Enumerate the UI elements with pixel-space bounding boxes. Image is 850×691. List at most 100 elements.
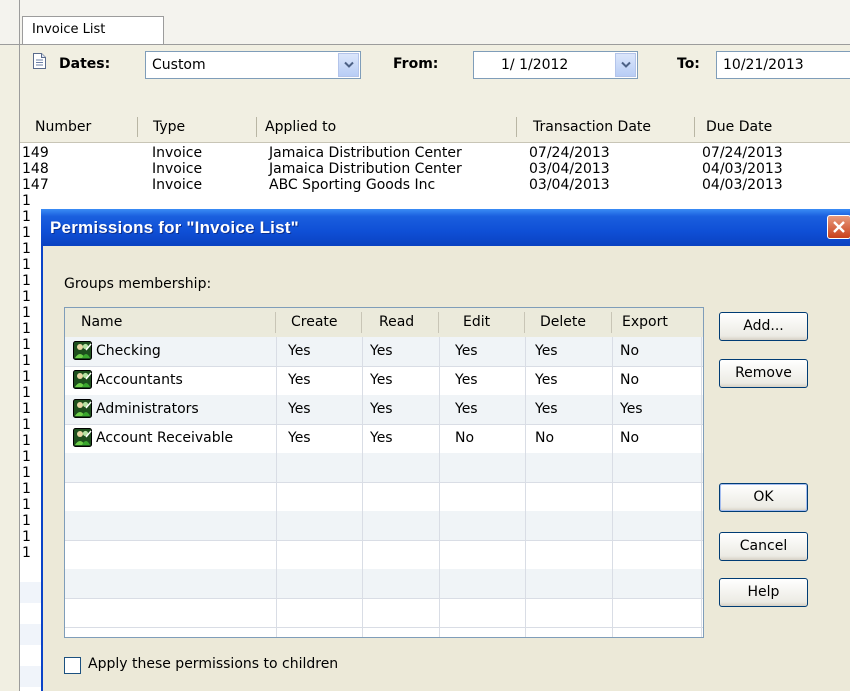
tab-strip: Invoice List [0, 0, 850, 691]
empty-row [65, 569, 703, 599]
permissions-list[interactable]: Name Create Read Edit Delete Export Chec… [64, 307, 704, 638]
dates-label: Dates: [59, 56, 111, 72]
row-number-stub: 1 [22, 385, 31, 401]
grid-header: Number Type Applied to Transaction Date … [20, 112, 850, 143]
cell-delete: No [535, 430, 555, 446]
cell-export: No [620, 430, 640, 446]
column-number[interactable]: Number [35, 119, 91, 135]
row-number-stub: 1 [22, 417, 31, 433]
cell-transaction-date: 07/24/2013 [529, 145, 610, 161]
row-number-stub: 1 [22, 209, 31, 225]
cell-due-date: 07/24/2013 [702, 145, 783, 161]
group-users-icon [73, 399, 92, 418]
table-row[interactable]: 148 Invoice Jamaica Distribution Center … [20, 161, 850, 177]
cell-export: No [620, 372, 640, 388]
cell-read: Yes [370, 372, 393, 388]
apply-to-children-label: Apply these permissions to children [88, 656, 339, 672]
cell-create: Yes [288, 430, 311, 446]
table-row[interactable]: 149 Invoice Jamaica Distribution Center … [20, 145, 850, 161]
row-number-stub: 1 [22, 513, 31, 529]
date-filter-toolbar: Dates: Custom From: 1/ 1/2012 To: 10/21/… [20, 45, 850, 112]
table-row[interactable]: Account Receivable Yes Yes No No No [65, 424, 703, 454]
chevron-down-icon[interactable] [615, 53, 636, 77]
cell-name: Account Receivable [96, 430, 234, 446]
row-number-stub: 1 [22, 289, 31, 305]
table-row[interactable]: 147 Invoice ABC Sporting Goods Inc 03/04… [20, 177, 850, 193]
cell-due-date: 04/03/2013 [702, 177, 783, 193]
groups-membership-label: Groups membership: [64, 276, 212, 292]
to-date-picker[interactable]: 10/21/2013 [716, 51, 850, 79]
column-export[interactable]: Export [622, 314, 668, 330]
column-transaction-date[interactable]: Transaction Date [533, 119, 651, 135]
column-name[interactable]: Name [81, 314, 122, 330]
row-number-stub: 1 [22, 225, 31, 241]
cell-edit: Yes [455, 343, 478, 359]
document-icon [33, 53, 46, 69]
row-number-stub: 1 [22, 305, 31, 321]
cell-name: Administrators [96, 401, 199, 417]
column-edit[interactable]: Edit [463, 314, 490, 330]
cell-number: 149 [22, 145, 49, 161]
remove-button[interactable]: Remove [719, 359, 808, 388]
dates-select[interactable]: Custom [145, 51, 361, 79]
row-number-stub: 1 [22, 193, 31, 209]
cell-edit: Yes [455, 401, 478, 417]
help-button[interactable]: Help [719, 578, 808, 607]
row-number-stub: 1 [22, 449, 31, 465]
row-number-stub: 1 [22, 465, 31, 481]
cell-read: Yes [370, 343, 393, 359]
cell-type: Invoice [152, 161, 203, 177]
from-label: From: [393, 56, 439, 72]
dialog-titlebar[interactable]: Permissions for "Invoice List" [41, 209, 850, 246]
chevron-down-icon[interactable] [338, 53, 359, 77]
row-number-stub: 1 [22, 497, 31, 513]
column-delete[interactable]: Delete [540, 314, 586, 330]
cell-number: 147 [22, 177, 49, 193]
cell-delete: Yes [535, 343, 558, 359]
cell-name: Accountants [96, 372, 183, 388]
table-row[interactable]: Checking Yes Yes Yes Yes No [65, 337, 703, 367]
close-icon[interactable] [827, 215, 850, 239]
from-date-picker[interactable]: 1/ 1/2012 [473, 51, 638, 79]
table-row[interactable]: Accountants Yes Yes Yes Yes No [65, 366, 703, 396]
cell-export: Yes [620, 401, 643, 417]
column-type[interactable]: Type [153, 119, 185, 135]
row-number-stub: 1 [22, 241, 31, 257]
column-read[interactable]: Read [379, 314, 414, 330]
to-label: To: [677, 56, 700, 72]
cell-transaction-date: 03/04/2013 [529, 177, 610, 193]
cell-applied-to: ABC Sporting Goods Inc [269, 177, 436, 193]
from-date-value: 1/ 1/2012 [501, 57, 569, 73]
cell-edit: No [455, 430, 475, 446]
ok-button[interactable]: OK [719, 483, 808, 512]
cell-create: Yes [288, 401, 311, 417]
add-button[interactable]: Add... [719, 312, 808, 341]
column-create[interactable]: Create [291, 314, 338, 330]
row-number-stub: 1 [22, 545, 31, 561]
cell-create: Yes [288, 372, 311, 388]
row-number-stub: 1 [22, 321, 31, 337]
cell-name: Checking [96, 343, 161, 359]
column-applied-to[interactable]: Applied to [265, 119, 336, 135]
to-date-value: 10/21/2013 [723, 57, 804, 73]
cell-due-date: 04/03/2013 [702, 161, 783, 177]
row-number-stub: 1 [22, 369, 31, 385]
cell-number: 148 [22, 161, 49, 177]
cell-type: Invoice [152, 177, 203, 193]
table-row[interactable]: Administrators Yes Yes Yes Yes Yes [65, 395, 703, 425]
column-due-date[interactable]: Due Date [706, 119, 772, 135]
dates-select-value: Custom [152, 57, 206, 73]
row-number-stub: 1 [22, 273, 31, 289]
tab-invoice-list[interactable]: Invoice List [22, 16, 164, 44]
cell-read: Yes [370, 401, 393, 417]
dialog-title: Permissions for "Invoice List" [50, 218, 299, 237]
cell-applied-to: Jamaica Distribution Center [269, 161, 462, 177]
cancel-button[interactable]: Cancel [719, 532, 808, 561]
empty-row [65, 511, 703, 541]
cell-applied-to: Jamaica Distribution Center [269, 145, 462, 161]
cell-delete: Yes [535, 372, 558, 388]
row-number-stub: 1 [22, 433, 31, 449]
empty-row [65, 482, 703, 512]
cell-delete: Yes [535, 401, 558, 417]
apply-to-children-checkbox[interactable] [64, 657, 81, 674]
